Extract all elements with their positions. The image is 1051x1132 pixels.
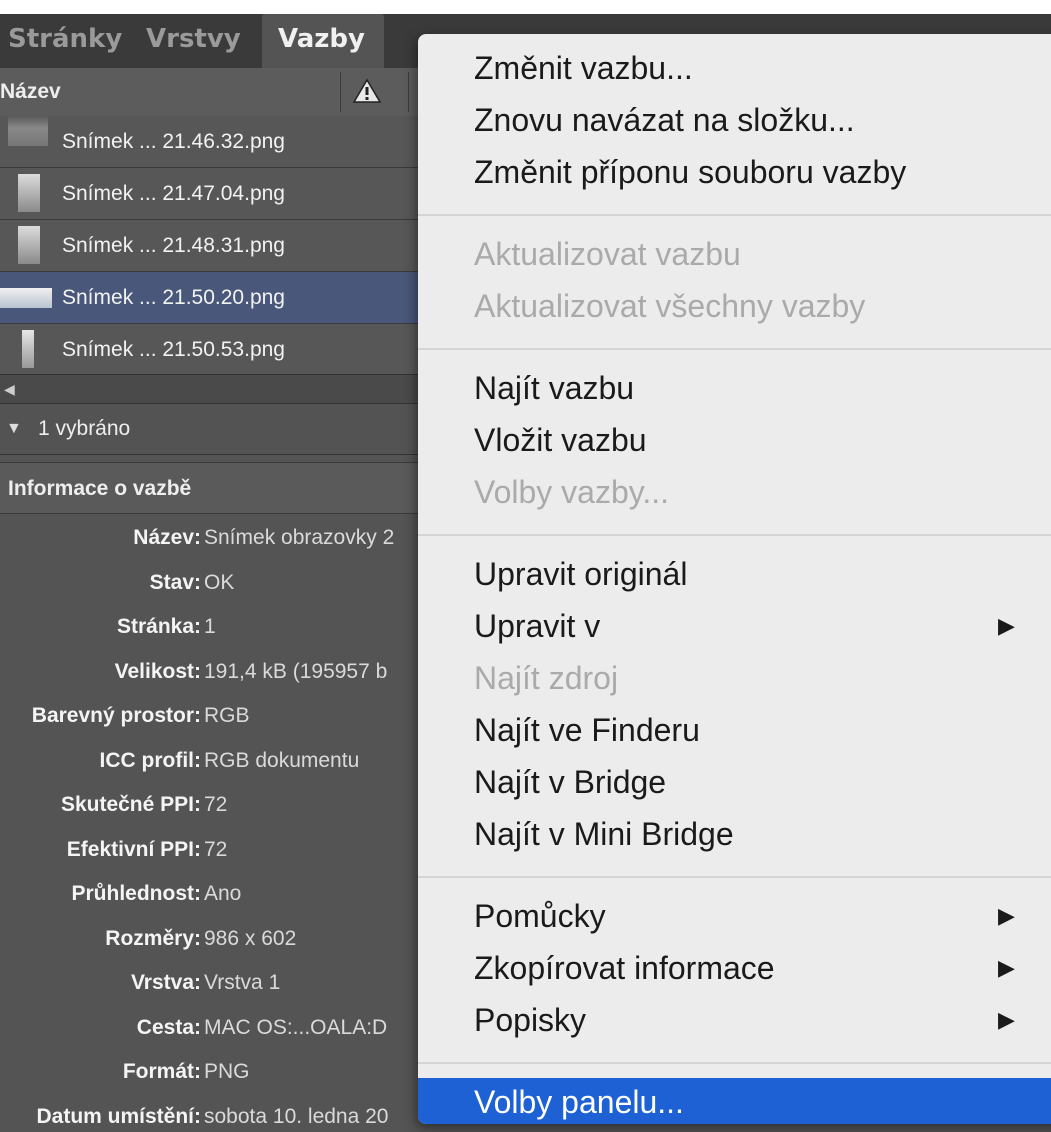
info-value: PNG (204, 1060, 250, 1083)
link-file-name: Snímek ... 21.46.32.png (62, 130, 285, 153)
warning-icon[interactable] (352, 78, 382, 109)
tab-links[interactable]: Vazby (262, 14, 384, 68)
info-value: Snímek obrazovky 2 (204, 526, 395, 549)
info-value: 72 (204, 837, 228, 861)
scroll-left-icon[interactable]: ◀ (4, 381, 15, 398)
triangle-right-icon: ▶ (998, 613, 1015, 638)
menu-item-label: Najít zdroj (474, 660, 619, 696)
info-value: MAC OS:...OALA:D (204, 1015, 388, 1039)
menu-item-label: Najít v Bridge (474, 764, 667, 800)
info-key: Rozměry: (105, 926, 201, 950)
menu-item-label: Aktualizovat vazbu (474, 236, 741, 272)
thumbnail-image (22, 330, 34, 368)
info-key: Název: (133, 526, 201, 549)
thumbnail-image (18, 226, 40, 264)
info-key: Barevný prostor: (31, 704, 201, 727)
column-divider (408, 72, 409, 112)
tab-pages[interactable]: Stránky (8, 14, 122, 68)
menu-item: Aktualizovat všechny vazby (418, 282, 1051, 330)
link-file-name: Snímek ... 21.50.20.png (62, 286, 285, 309)
menu-item-label: Zkopírovat informace (474, 950, 775, 986)
info-value: 986 x 602 (204, 926, 297, 950)
menu-item: Najít zdroj (418, 654, 1051, 702)
tab-layers[interactable]: Vrstvy (146, 14, 241, 68)
menu-item: Aktualizovat vazbu (418, 230, 1051, 278)
info-key: Efektivní PPI: (66, 837, 201, 861)
menu-item[interactable]: Upravit v ▶ (418, 602, 1051, 650)
info-key: Cesta: (136, 1015, 201, 1039)
menu-item[interactable]: Najít v Mini Bridge (418, 810, 1051, 858)
selection-count: 1 vybráno (38, 417, 131, 440)
thumbnail-image (8, 116, 48, 146)
menu-item[interactable]: Znovu navázat na složku... (418, 96, 1051, 144)
menu-separator (418, 534, 1051, 536)
menu-item[interactable]: Změnit příponu souboru vazby (418, 148, 1051, 196)
menu-item[interactable]: Upravit originál (418, 550, 1051, 598)
menu-item-label: Znovu navázat na složku... (474, 102, 855, 138)
triangle-right-icon: ▶ (998, 1007, 1015, 1032)
info-key: Stránka: (116, 615, 201, 638)
link-file-name: Snímek ... 21.48.31.png (62, 234, 285, 257)
panel-context-menu: Změnit vazbu... Znovu navázat na složku..… (418, 34, 1051, 1124)
info-key: ICC profil: (99, 748, 201, 772)
menu-item-label: Upravit v (474, 608, 601, 644)
link-file-name: Snímek ... 21.47.04.png (62, 182, 285, 205)
info-key: Formát: (122, 1060, 201, 1083)
menu-separator (418, 1062, 1051, 1064)
info-value: 191,4 kB (195957 b (204, 659, 388, 683)
menu-item-label: Najít v Mini Bridge (474, 816, 734, 852)
info-value: 1 (204, 615, 216, 638)
menu-item[interactable]: Zkopírovat informace ▶ (418, 944, 1051, 992)
info-key: Vrstva: (130, 971, 201, 994)
triangle-right-icon: ▶ (998, 903, 1015, 928)
menu-item-label: Upravit originál (474, 556, 688, 592)
info-value: 72 (204, 793, 228, 816)
menu-item[interactable]: Volby panelu... (418, 1078, 1051, 1124)
menu-item-label: Volby panelu... (474, 1084, 684, 1120)
top-edge (0, 0, 1051, 14)
disclosure-triangle-icon[interactable]: ▼ (6, 420, 22, 438)
menu-item-label: Aktualizovat všechny vazby (474, 288, 866, 324)
thumbnail-image (0, 288, 52, 308)
info-value: RGB dokumentu (204, 748, 360, 772)
info-value: Vrstva 1 (204, 971, 281, 994)
menu-item[interactable]: Najít v Bridge (418, 758, 1051, 806)
menu-item-label: Najít ve Finderu (474, 712, 700, 748)
info-value: OK (204, 570, 235, 594)
menu-item: Volby vazby... (418, 468, 1051, 516)
info-value: Ano (204, 882, 242, 905)
menu-item-label: Změnit příponu souboru vazby (474, 154, 907, 190)
info-value: sobota 10. ledna 20 (204, 1104, 389, 1128)
menu-separator (418, 876, 1051, 878)
column-name-header[interactable]: Název (0, 80, 61, 104)
info-key: Průhlednost: (71, 882, 202, 905)
menu-item-label: Změnit vazbu... (474, 50, 693, 86)
column-divider (340, 72, 341, 112)
info-value: RGB (204, 704, 250, 727)
info-key: Velikost: (114, 659, 201, 683)
menu-item[interactable]: Změnit vazbu... (418, 44, 1051, 92)
info-key: Stav: (149, 570, 201, 594)
menu-item-label: Pomůcky (474, 898, 606, 934)
menu-item-label: Popisky (474, 1002, 587, 1038)
triangle-right-icon: ▶ (998, 955, 1015, 980)
thumbnail-image (18, 174, 40, 212)
menu-separator (418, 348, 1051, 350)
info-key: Skutečné PPI: (60, 793, 201, 816)
menu-item[interactable]: Najít ve Finderu (418, 706, 1051, 754)
menu-item[interactable]: Najít vazbu (418, 364, 1051, 412)
menu-item[interactable]: Vložit vazbu (418, 416, 1051, 464)
menu-item-label: Vložit vazbu (474, 422, 647, 458)
menu-item[interactable]: Popisky ▶ (418, 996, 1051, 1044)
menu-item-label: Najít vazbu (474, 370, 635, 406)
link-info-title: Informace o vazbě (8, 477, 192, 500)
info-key: Datum umístění: (36, 1104, 201, 1128)
menu-separator (418, 214, 1051, 216)
link-file-name: Snímek ... 21.50.53.png (62, 338, 285, 361)
menu-item-label: Volby vazby... (474, 474, 670, 510)
menu-item[interactable]: Pomůcky ▶ (418, 892, 1051, 940)
